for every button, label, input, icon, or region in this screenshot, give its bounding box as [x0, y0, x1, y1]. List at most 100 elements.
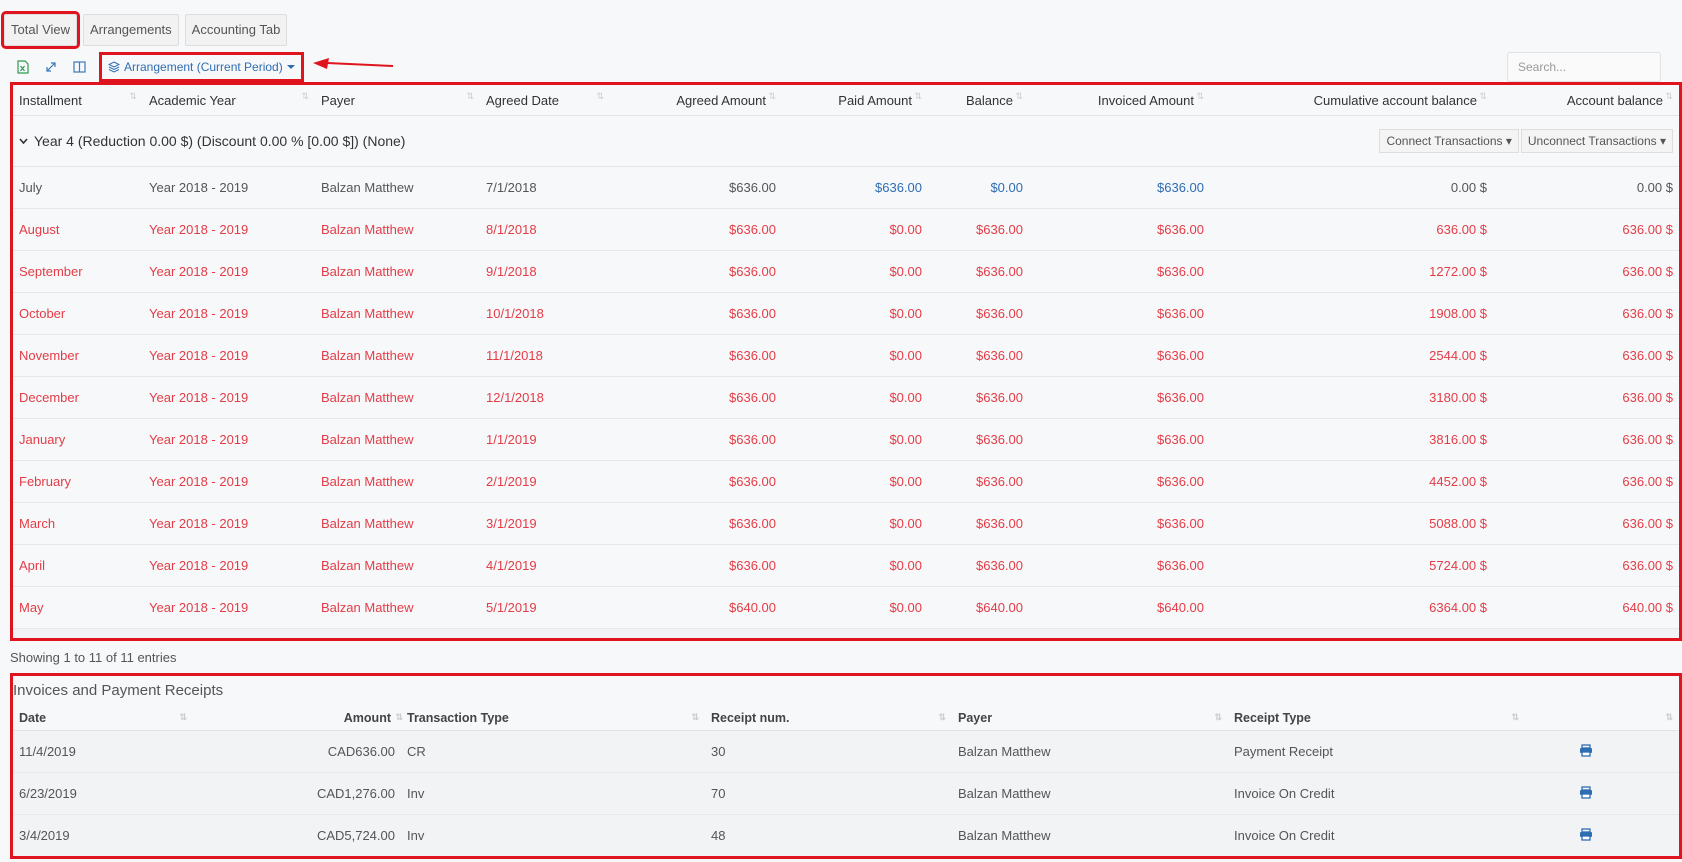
arrangement-table-panel: Installment ⇅ Academic Year ⇅ Payer ⇅ Agree… [10, 82, 1682, 641]
search-input[interactable] [1507, 52, 1661, 82]
table-row[interactable]: August Year 2018 - 2019 Balzan Matthew 8/1/… [13, 208, 1679, 251]
table-row[interactable]: January Year 2018 - 2019 Balzan Matthew 1/1… [13, 418, 1679, 461]
annotation-arrow [313, 58, 394, 69]
installment-cell: May [13, 586, 143, 629]
tab-accounting[interactable]: Accounting Tab [184, 14, 288, 46]
col-invoiced-amount[interactable]: Invoiced Amount ⇅ [1029, 85, 1210, 116]
invoices-title: Invoices and Payment Receipts [13, 682, 224, 699]
tab-arrangements[interactable]: Arrangements [83, 14, 179, 46]
group-toggle[interactable]: Year 4 (Reduction 0.00 $) (Discount 0.00… [19, 133, 922, 149]
sort-icon: ⇅ [1665, 91, 1673, 101]
inv-col-receipt-num[interactable]: Receipt num. ⇅ [705, 706, 952, 731]
inv-col-receipt-type[interactable]: Receipt Type ⇅ [1228, 706, 1525, 731]
balance-cell: $636.00 [928, 376, 1029, 419]
invoiced-amount-cell: $636.00 [1029, 376, 1210, 419]
col-academic-year[interactable]: Academic Year ⇅ [143, 85, 315, 116]
table-row[interactable]: March Year 2018 - 2019 Balzan Matthew 3/1/2… [13, 502, 1679, 545]
invoice-row[interactable]: 11/4/2019 CAD636.00 CR 30 Balzan Matthew Paym… [13, 730, 1679, 773]
table-row[interactable]: April Year 2018 - 2019 Balzan Matthew 4/1/2… [13, 544, 1679, 587]
col-agreed-amount[interactable]: Agreed Amount ⇅ [610, 85, 782, 116]
table-row[interactable]: November Year 2018 - 2019 Balzan Matthew 11… [13, 334, 1679, 377]
layers-icon [108, 61, 120, 73]
invoice-row[interactable]: 6/23/2019 CAD1,276.00 Inv 70 Balzan Matthew I… [13, 772, 1679, 815]
print-icon[interactable] [1579, 743, 1593, 760]
unconnect-transactions-button[interactable]: Unconnect Transactions ▾ [1520, 129, 1673, 153]
table-toolbar: Arrangement (Current Period) [11, 52, 304, 82]
col-installment[interactable]: Installment ⇅ [13, 85, 143, 116]
paid-amount-cell: $0.00 [782, 334, 928, 377]
cumulative-balance-cell: 3816.00 $ [1210, 418, 1493, 461]
payer-cell: Balzan Matthew [315, 334, 480, 377]
paid-amount-cell: $0.00 [782, 586, 928, 629]
invoice-amount-cell: CAD5,724.00 [193, 814, 401, 856]
connect-transactions-button[interactable]: Connect Transactions ▾ [1379, 129, 1519, 153]
paid-amount-cell[interactable]: $636.00 [782, 166, 928, 209]
arrangement-dropdown[interactable]: Arrangement (Current Period) [99, 52, 304, 82]
export-excel-button[interactable] [11, 55, 35, 79]
sort-icon: ⇅ [914, 91, 922, 101]
paid-amount-cell: $0.00 [782, 502, 928, 545]
group-cell: Year 4 (Reduction 0.00 $) (Discount 0.00… [13, 115, 928, 167]
table-row[interactable]: May Year 2018 - 2019 Balzan Matthew 5/1/201… [13, 586, 1679, 629]
columns-icon [72, 61, 86, 73]
fullscreen-button[interactable] [39, 55, 63, 79]
sort-icon: ⇅ [1479, 91, 1487, 101]
table-row[interactable]: February Year 2018 - 2019 Balzan Matthew 2/… [13, 460, 1679, 503]
col-account-balance[interactable]: Account balance ⇅ [1493, 85, 1679, 116]
invoice-payer-cell: Balzan Matthew [952, 772, 1228, 815]
col-agreed-date[interactable]: Agreed Date ⇅ [480, 85, 610, 116]
payer-cell: Balzan Matthew [315, 208, 480, 251]
payer-cell: Balzan Matthew [315, 418, 480, 461]
installment-cell: July [13, 166, 143, 209]
columns-button[interactable] [67, 55, 91, 79]
col-balance[interactable]: Balance ⇅ [928, 85, 1029, 116]
col-paid-amount[interactable]: Paid Amount ⇅ [782, 85, 928, 116]
col-payer[interactable]: Payer ⇅ [315, 85, 480, 116]
account-balance-cell: 640.00 $ [1493, 586, 1679, 629]
inv-col-amount[interactable]: Amount ⇅ [193, 706, 403, 731]
paid-amount-cell: $0.00 [782, 292, 928, 335]
invoice-actions-cell [1525, 772, 1679, 815]
cumulative-balance-cell: 5088.00 $ [1210, 502, 1493, 545]
agreed-date-cell: 11/1/2018 [480, 334, 610, 377]
sort-icon: ⇅ [691, 712, 699, 722]
inv-col-transaction-type[interactable]: Transaction Type ⇅ [401, 706, 705, 731]
receipt-num-cell: 70 [705, 772, 952, 815]
col-cumulative-balance[interactable]: Cumulative account balance ⇅ [1210, 85, 1493, 116]
table-row[interactable]: September Year 2018 - 2019 Balzan Matthew 9… [13, 250, 1679, 293]
balance-cell[interactable]: $0.00 [928, 166, 1029, 209]
academic-year-cell: Year 2018 - 2019 [143, 292, 315, 335]
receipt-type-cell: Payment Receipt [1228, 730, 1525, 773]
installment-cell: October [13, 292, 143, 335]
installment-cell: September [13, 250, 143, 293]
invoice-row[interactable]: 3/4/2019 CAD5,724.00 Inv 48 Balzan Matthew In… [13, 814, 1679, 856]
invoice-amount-cell: CAD1,276.00 [193, 772, 401, 815]
invoiced-amount-cell: $636.00 [1029, 250, 1210, 293]
invoice-date-cell: 11/4/2019 [13, 730, 193, 773]
inv-col-payer[interactable]: Payer ⇅ [952, 706, 1228, 731]
agreed-amount-cell: $636.00 [610, 250, 782, 293]
totals-row: CAD7,000.00 CAD636.00 CAD6,364.00 CAD7,0… [13, 628, 1679, 638]
account-balance-cell: 636.00 $ [1493, 376, 1679, 419]
tab-total-view[interactable]: Total View [0, 11, 81, 49]
invoiced-amount-cell: $636.00 [1029, 292, 1210, 335]
sort-icon: ⇅ [938, 712, 946, 722]
transaction-type-cell: Inv [401, 772, 705, 815]
inv-col-date[interactable]: Date ⇅ [13, 706, 193, 731]
group-actions-cell: Connect Transactions ▾ Unconnect Transac… [928, 115, 1679, 167]
table-row[interactable]: July Year 2018 - 2019 Balzan Matthew 7/1/20… [13, 166, 1679, 209]
agreed-amount-cell: $636.00 [610, 292, 782, 335]
print-icon[interactable] [1579, 785, 1593, 802]
table-header-row: Installment ⇅ Academic Year ⇅ Payer ⇅ Agree… [13, 85, 1679, 116]
table-row[interactable]: December Year 2018 - 2019 Balzan Matthew 12… [13, 376, 1679, 419]
transaction-type-cell: Inv [401, 814, 705, 856]
total-account-balance: CAD6,364.00 [1493, 628, 1679, 638]
invoiced-amount-cell[interactable]: $636.00 [1029, 166, 1210, 209]
account-balance-cell: 636.00 $ [1493, 208, 1679, 251]
table-row[interactable]: October Year 2018 - 2019 Balzan Matthew 10/… [13, 292, 1679, 335]
agreed-amount-cell: $640.00 [610, 586, 782, 629]
print-icon[interactable] [1579, 827, 1593, 844]
total-invoiced: CAD7,000.00 [1029, 628, 1210, 638]
account-balance-cell: 636.00 $ [1493, 334, 1679, 377]
inv-col-actions[interactable]: ⇅ [1525, 706, 1679, 731]
